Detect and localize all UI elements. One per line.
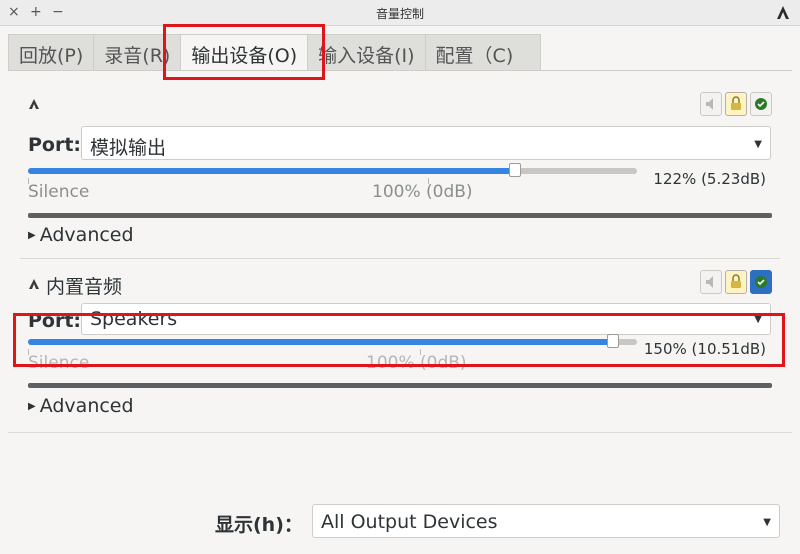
mute-button[interactable] <box>700 92 722 116</box>
advanced-label: Advanced <box>39 224 134 246</box>
mute-icon <box>706 98 713 110</box>
chevron-down-icon: ▼ <box>754 314 762 325</box>
tab-playback[interactable]: 回放(P) <box>8 34 94 71</box>
port-label: Port: <box>28 134 82 156</box>
chevron-down-icon: ▼ <box>754 139 762 150</box>
lock-icon <box>731 96 741 110</box>
speaker-icon <box>29 279 39 289</box>
volume-slider[interactable] <box>28 334 637 348</box>
default-check-icon <box>755 98 767 110</box>
show-devices-select[interactable]: All Output Devices ▼ <box>312 504 780 538</box>
tab-recording[interactable]: 录音(R) <box>93 34 181 71</box>
volume-readout: 122% (5.23dB) <box>653 170 766 188</box>
lock-icon <box>731 274 741 288</box>
mute-icon <box>706 276 713 288</box>
set-default-button[interactable] <box>750 92 772 116</box>
base-volume-mark: 100% (0dB) <box>372 182 473 202</box>
app-logo-icon <box>777 6 789 19</box>
advanced-expander[interactable]: ▶ Advanced <box>28 224 134 246</box>
advanced-label: Advanced <box>39 395 134 417</box>
tab-input-devices[interactable]: 输入设备(I) <box>307 34 425 71</box>
volume-slider-handle[interactable] <box>509 163 522 177</box>
volume-readout: 150% (10.51dB) <box>643 340 766 358</box>
volume-slider[interactable] <box>28 163 637 177</box>
level-meter <box>28 213 772 218</box>
device-separator <box>20 258 780 259</box>
tab-divider <box>8 70 792 71</box>
device-name: 内置音频 <box>46 276 123 298</box>
silence-mark: Silence <box>28 182 90 202</box>
advanced-expander[interactable]: ▶ Advanced <box>28 395 134 417</box>
lock-channels-button[interactable] <box>725 92 747 116</box>
base-volume-mark: 100% (0dB) <box>366 353 467 373</box>
port-value: Speakers <box>90 308 178 330</box>
speaker-icon <box>29 99 39 109</box>
tab-configuration[interactable]: 配置（C) <box>424 34 541 71</box>
mute-button[interactable] <box>700 270 722 294</box>
port-select[interactable]: 模拟输出 ▼ <box>81 126 771 160</box>
volume-slider-fill <box>28 339 613 345</box>
expander-arrow-icon: ▶ <box>28 230 36 241</box>
port-value: 模拟输出 <box>90 137 167 159</box>
port-select[interactable]: Speakers ▼ <box>81 303 771 335</box>
chevron-down-icon: ▼ <box>763 517 771 528</box>
show-devices-value: All Output Devices <box>321 511 498 533</box>
lock-channels-button[interactable] <box>725 270 747 294</box>
panel-divider <box>8 432 792 433</box>
silence-mark: Silence <box>28 353 90 373</box>
title-bar: × + − 音量控制 <box>0 0 800 26</box>
port-label: Port: <box>28 310 82 332</box>
volume-slider-handle[interactable] <box>606 334 619 348</box>
window-title: 音量控制 <box>375 7 424 21</box>
show-label: 显示(h)： <box>215 514 303 536</box>
expander-arrow-icon: ▶ <box>28 401 36 412</box>
tab-output-devices[interactable]: 输出设备(O) <box>180 34 308 71</box>
volume-slider-fill <box>28 168 516 174</box>
set-default-button[interactable] <box>750 270 772 294</box>
default-check-icon <box>755 276 767 288</box>
tab-bar: 回放(P) 录音(R) 输出设备(O) 输入设备(I) 配置（C) <box>8 34 551 71</box>
level-meter <box>28 383 772 388</box>
